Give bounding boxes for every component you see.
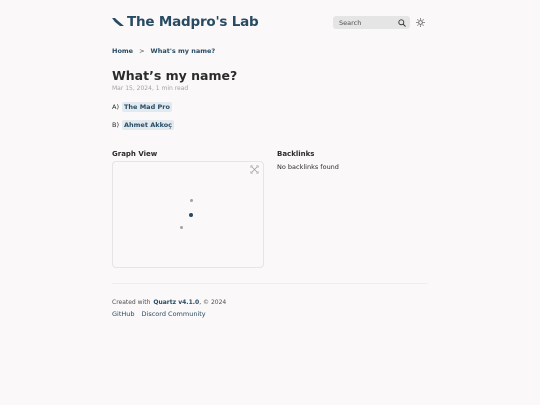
breadcrumb: Home > What's my name? xyxy=(112,47,215,55)
page-title: What’s my name? xyxy=(112,68,238,83)
discord-link[interactable]: Discord Community xyxy=(142,310,206,318)
quartz-link[interactable]: Quartz v4.1.0 xyxy=(153,299,199,306)
site-header: The Madpro's Lab Search xyxy=(112,12,428,34)
answer-tag-link[interactable]: Ahmet Akkoç xyxy=(122,120,175,130)
article-meta: Mar 15, 2024, 1 min read xyxy=(112,85,189,92)
graph-view-title: Graph View xyxy=(112,150,158,158)
graph-node[interactable] xyxy=(180,226,183,229)
answer-line-b: B) Ahmet Akkoç xyxy=(112,120,175,130)
graph-node[interactable] xyxy=(190,199,193,202)
backlinks-empty-text: No backlinks found xyxy=(277,163,339,171)
footer-year: , © 2024 xyxy=(199,299,227,306)
answer-tag-link[interactable]: The Mad Pro xyxy=(121,102,172,112)
backlinks-title: Backlinks xyxy=(277,150,315,158)
answer-prefix: B) xyxy=(112,121,119,129)
search-bar[interactable]: Search xyxy=(333,16,410,29)
search-icon[interactable] xyxy=(398,18,406,27)
site-logo[interactable]: The Madpro's Lab xyxy=(112,14,259,30)
breadcrumb-home[interactable]: Home xyxy=(112,47,133,55)
answer-line-a: A) The Mad Pro xyxy=(112,102,172,112)
sun-icon[interactable] xyxy=(416,18,425,27)
site-title[interactable]: The Madpro's Lab xyxy=(127,14,259,30)
footer-created-text: Created with xyxy=(112,299,151,306)
breadcrumb-current[interactable]: What's my name? xyxy=(151,47,216,55)
footer-links: GitHub Discord Community xyxy=(112,310,206,318)
footer-divider xyxy=(112,283,428,284)
search-placeholder[interactable]: Search xyxy=(339,19,398,27)
github-link[interactable]: GitHub xyxy=(112,310,135,318)
expand-graph-icon[interactable] xyxy=(250,165,259,174)
feather-icon xyxy=(112,18,124,26)
breadcrumb-separator: > xyxy=(139,47,145,55)
footer-credit: Created with Quartz v4.1.0 , © 2024 xyxy=(112,299,226,306)
answer-prefix: A) xyxy=(112,103,119,111)
graph-node-current[interactable] xyxy=(189,213,193,217)
graph-view[interactable] xyxy=(112,161,264,268)
